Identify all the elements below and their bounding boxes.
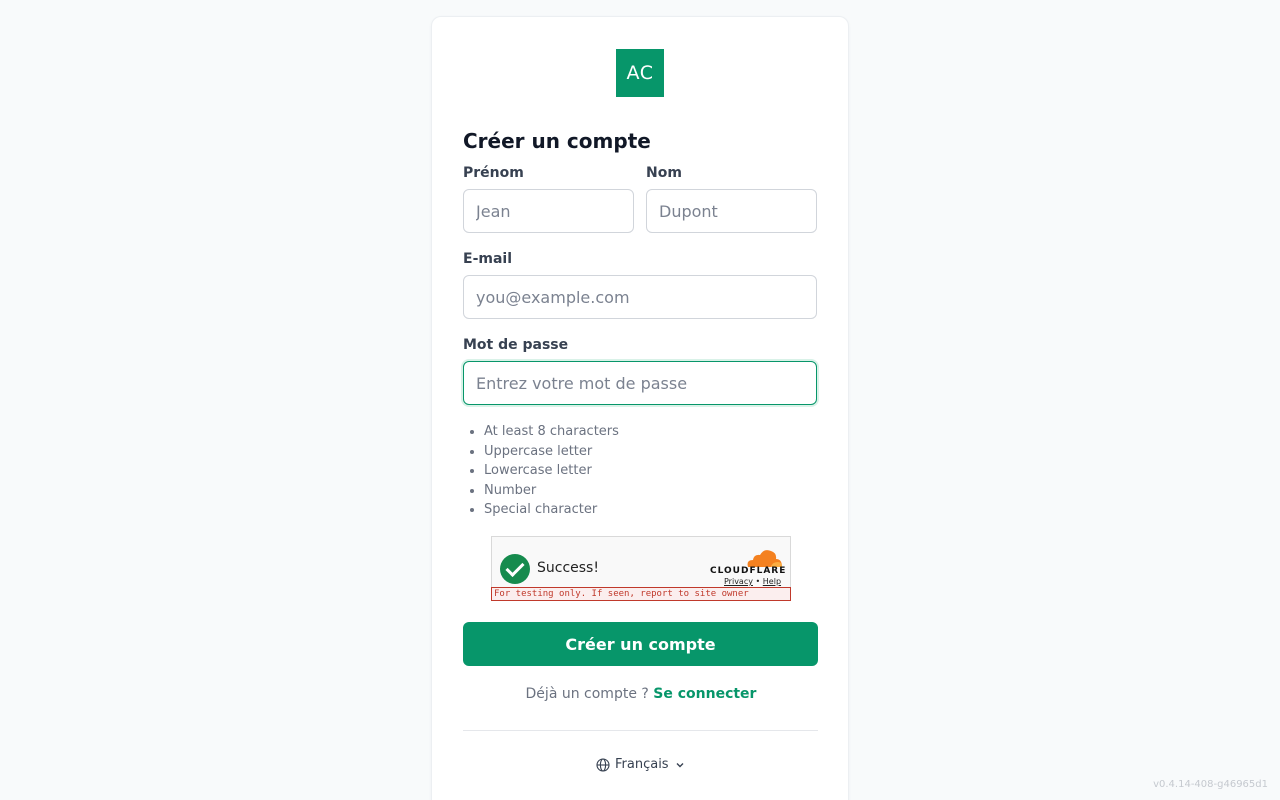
page-title: Créer un compte — [463, 129, 651, 153]
login-link[interactable]: Se connecter — [653, 686, 756, 702]
password-rule: Uppercase letter — [484, 442, 619, 462]
password-rule: At least 8 characters — [484, 422, 619, 442]
captcha-test-warning: For testing only. If seen, report to sit… — [491, 587, 791, 601]
captcha-status: Success! — [537, 560, 599, 576]
first-name-label: Prénom — [463, 165, 524, 181]
help-link[interactable]: Help — [763, 577, 781, 586]
privacy-link[interactable]: Privacy — [724, 577, 753, 586]
globe-icon — [596, 757, 610, 772]
password-rule: Lowercase letter — [484, 461, 619, 481]
chevron-down-icon — [676, 762, 684, 767]
language-selector[interactable]: Français — [596, 757, 686, 772]
app-logo: AC — [616, 49, 664, 97]
last-name-label: Nom — [646, 165, 682, 181]
email-label: E-mail — [463, 251, 513, 267]
login-prompt: Déjà un compte ? — [525, 686, 649, 702]
version-label: v0.4.14-408-g46965d1 — [1153, 779, 1268, 790]
link-separator: • — [755, 577, 761, 586]
password-input[interactable] — [463, 361, 817, 405]
password-label: Mot de passe — [463, 337, 569, 353]
password-rule: Special character — [484, 500, 619, 520]
language-label: Français — [615, 757, 669, 772]
first-name-input[interactable] — [463, 189, 634, 233]
turnstile-widget[interactable]: Success! CLOUDFLARE Privacy • Help For t… — [491, 536, 791, 601]
password-rules-list: At least 8 characters Uppercase letter L… — [484, 422, 619, 520]
login-prompt-line: Déjà un compte ? Se connecter — [432, 686, 850, 702]
signup-card: AC Créer un compte Prénom Nom E-mail Mot… — [431, 16, 849, 800]
divider — [463, 730, 818, 731]
cloudflare-logo-text: CLOUDFLARE — [710, 566, 787, 576]
captcha-links: Privacy • Help — [724, 577, 781, 586]
create-account-button[interactable]: Créer un compte — [463, 622, 818, 666]
password-rule: Number — [484, 481, 619, 501]
success-check-icon — [500, 554, 530, 584]
email-input[interactable] — [463, 275, 817, 319]
last-name-input[interactable] — [646, 189, 817, 233]
